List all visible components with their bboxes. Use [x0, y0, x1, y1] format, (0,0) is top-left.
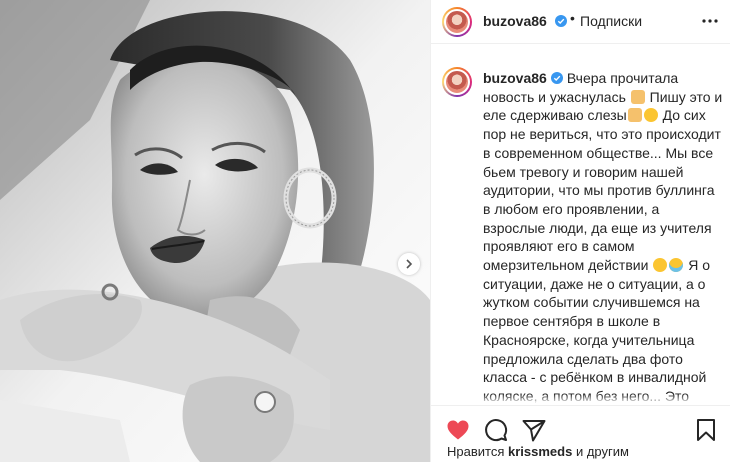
heart-icon[interactable] [445, 417, 471, 443]
caption-username[interactable]: buzova86 [483, 70, 547, 86]
post-photo[interactable] [0, 0, 430, 462]
chevron-right-icon [406, 259, 413, 269]
author-avatar[interactable] [442, 7, 472, 37]
portrait-image [0, 0, 430, 462]
crying-face-emoji [669, 258, 684, 273]
crying-face-emoji [653, 258, 668, 273]
post-caption: buzova86 Вчера прочитала новость и ужасну… [483, 69, 723, 404]
carousel-next-button[interactable] [398, 253, 420, 275]
likes-prefix: Нравится [447, 444, 505, 459]
verified-badge-icon [550, 72, 563, 84]
more-options-icon[interactable] [701, 12, 719, 30]
post-sidebar: buzova86 • Подписки buzova86 Вчера прочит… [430, 0, 730, 462]
sad-face-emoji [643, 108, 658, 123]
caption-text-4: Я о ситуации, даже не о ситуации, а о жу… [483, 257, 710, 404]
caption-text-3: До сих пор не вериться, что это происход… [483, 107, 721, 274]
verified-badge-icon [555, 15, 567, 27]
author-username[interactable]: buzova86 [483, 13, 547, 29]
likes-user[interactable]: krissmeds [508, 444, 572, 459]
following-button[interactable]: Подписки [580, 13, 642, 29]
post-header: buzova86 • Подписки [431, 0, 730, 44]
share-icon[interactable] [521, 417, 547, 443]
caption-fade [431, 394, 730, 404]
comment-icon[interactable] [483, 417, 509, 443]
caption-area: buzova86 Вчера прочитала новость и ужасну… [431, 44, 730, 404]
praying-hands-emoji [630, 89, 645, 104]
separator-dot: • [570, 10, 575, 26]
caption-avatar[interactable] [442, 67, 472, 97]
likes-suffix[interactable]: и другим [576, 444, 629, 459]
bookmark-icon[interactable] [693, 417, 719, 443]
likes-summary: Нравится krissmeds и другим [447, 444, 629, 459]
praying-hands-emoji [627, 108, 642, 123]
